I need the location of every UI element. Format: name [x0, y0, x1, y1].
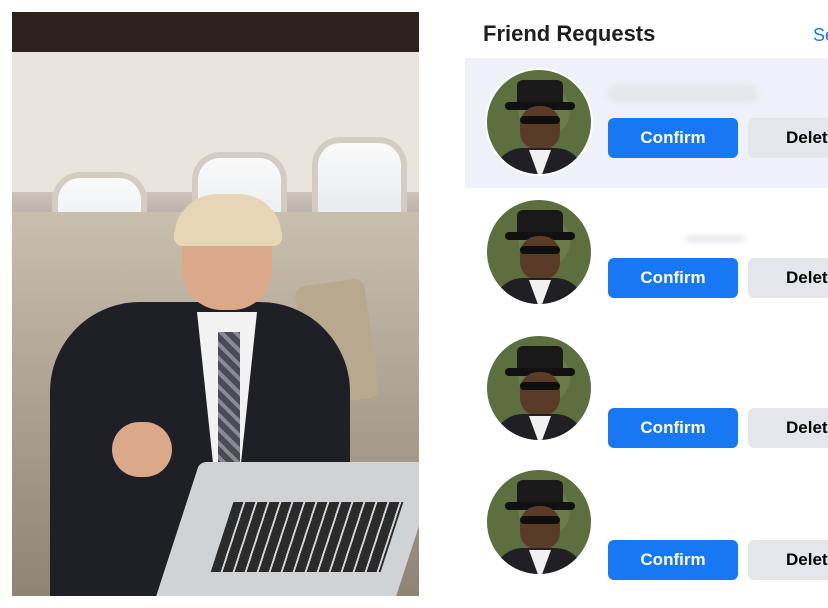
- confirm-button[interactable]: Confirm: [608, 258, 738, 298]
- laptop-keyboard: [210, 502, 404, 572]
- avatar-glasses: [520, 116, 560, 124]
- avatar-glasses: [520, 516, 560, 524]
- avatar[interactable]: [485, 198, 593, 306]
- confirm-button[interactable]: Confirm: [608, 408, 738, 448]
- delete-button[interactable]: Delet: [748, 118, 828, 158]
- delete-button[interactable]: Delet: [748, 540, 828, 580]
- confirm-button[interactable]: Confirm: [608, 540, 738, 580]
- delete-button[interactable]: Delet: [748, 408, 828, 448]
- cabin-ceiling: [12, 12, 419, 52]
- person-hand: [112, 422, 172, 477]
- avatar-glasses: [520, 382, 560, 390]
- meme-photo-man-at-laptop: [12, 12, 419, 596]
- avatar-face: [520, 506, 560, 550]
- friend-request-row: Confirm Delet: [465, 334, 828, 464]
- friend-request-row: Confirm Delet: [465, 196, 828, 326]
- avatar[interactable]: [485, 468, 593, 576]
- see-all-link[interactable]: Se: [813, 25, 828, 46]
- friend-request-row: Confirm Delet: [465, 58, 828, 188]
- avatar-face: [520, 372, 560, 416]
- friend-requests-panel: Friend Requests Se Confirm Delet Confirm…: [465, 12, 828, 596]
- avatar[interactable]: [485, 68, 593, 176]
- blurred-name: [608, 86, 758, 102]
- confirm-button[interactable]: Confirm: [608, 118, 738, 158]
- avatar-face: [520, 236, 560, 280]
- person-tie: [218, 332, 240, 482]
- friend-request-row: Confirm Delet: [465, 466, 828, 596]
- page-title: Friend Requests: [483, 21, 656, 46]
- avatar-glasses: [520, 246, 560, 254]
- blurred-name: [685, 236, 745, 242]
- delete-button[interactable]: Delet: [748, 258, 828, 298]
- avatar[interactable]: [485, 334, 593, 442]
- avatar-face: [520, 106, 560, 150]
- panel-header: Friend Requests Se: [465, 12, 828, 54]
